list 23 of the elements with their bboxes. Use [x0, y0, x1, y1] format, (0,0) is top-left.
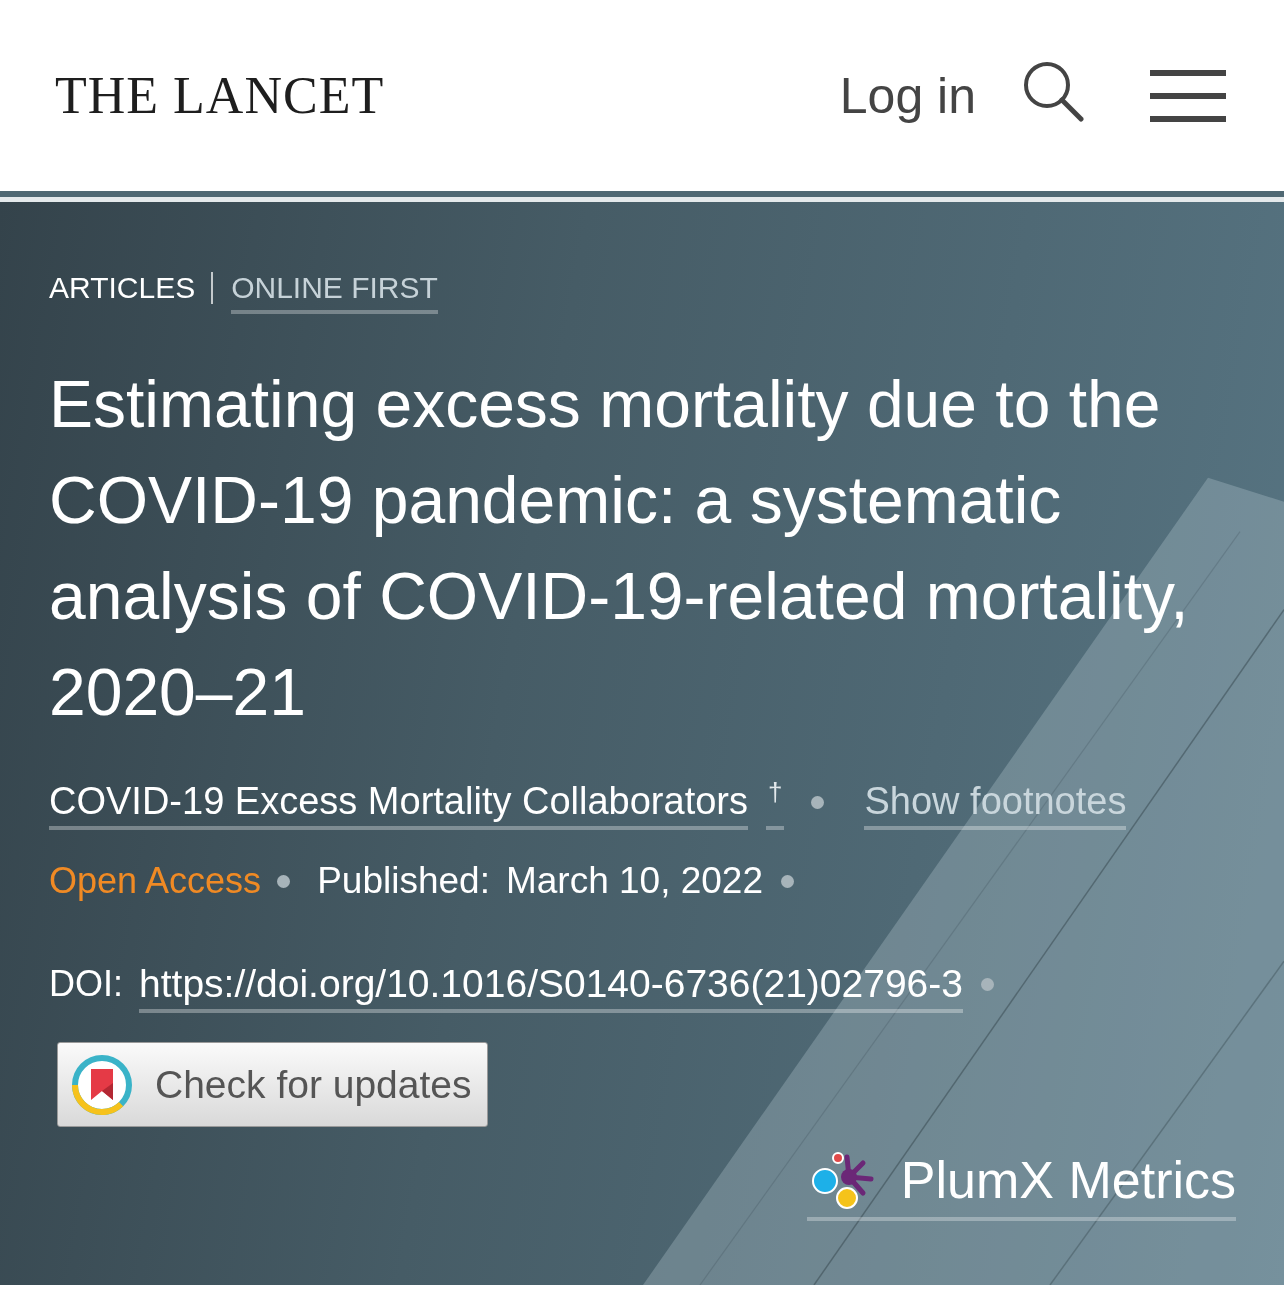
doi-link[interactable]: https://doi.org/10.1016/S0140-6736(21)02796-3	[139, 961, 963, 1013]
authors-link[interactable]: COVID-19 Excess Mortality Collaborators	[49, 778, 748, 830]
login-link[interactable]: Log in	[839, 65, 976, 126]
show-footnotes-link[interactable]: Show footnotes	[864, 778, 1127, 830]
breadcrumb-link[interactable]: ONLINE FIRST	[231, 262, 438, 314]
published-label: Published:	[317, 860, 490, 902]
separator-dot-icon	[811, 795, 825, 809]
menu-icon[interactable]	[1150, 69, 1226, 122]
check-for-updates-button[interactable]: Check for updates	[57, 1042, 488, 1127]
journal-logo[interactable]: THE LANCET	[55, 65, 385, 126]
article-title: Estimating excess mortality due to the COVID-19 pandemic: a systematic analysis of COVID-19-related mortality, 2020–21	[49, 366, 1190, 731]
search-icon[interactable]	[1022, 59, 1084, 122]
separator-dot-icon	[277, 874, 291, 888]
separator-dot-icon	[980, 977, 994, 991]
doi-label: DOI:	[49, 962, 123, 1006]
open-access-label: Open Access	[49, 860, 262, 902]
plumx-blob-icon	[810, 1149, 875, 1211]
published-date: March 10, 2022	[505, 860, 764, 902]
plumx-metrics-link[interactable]: PlumX Metrics	[806, 1149, 1236, 1221]
footnote-mark-link[interactable]: †	[766, 778, 785, 830]
bookmark-ring-icon	[71, 1053, 133, 1116]
separator-dot-icon	[781, 874, 795, 888]
section-label: ARTICLES	[49, 270, 196, 306]
